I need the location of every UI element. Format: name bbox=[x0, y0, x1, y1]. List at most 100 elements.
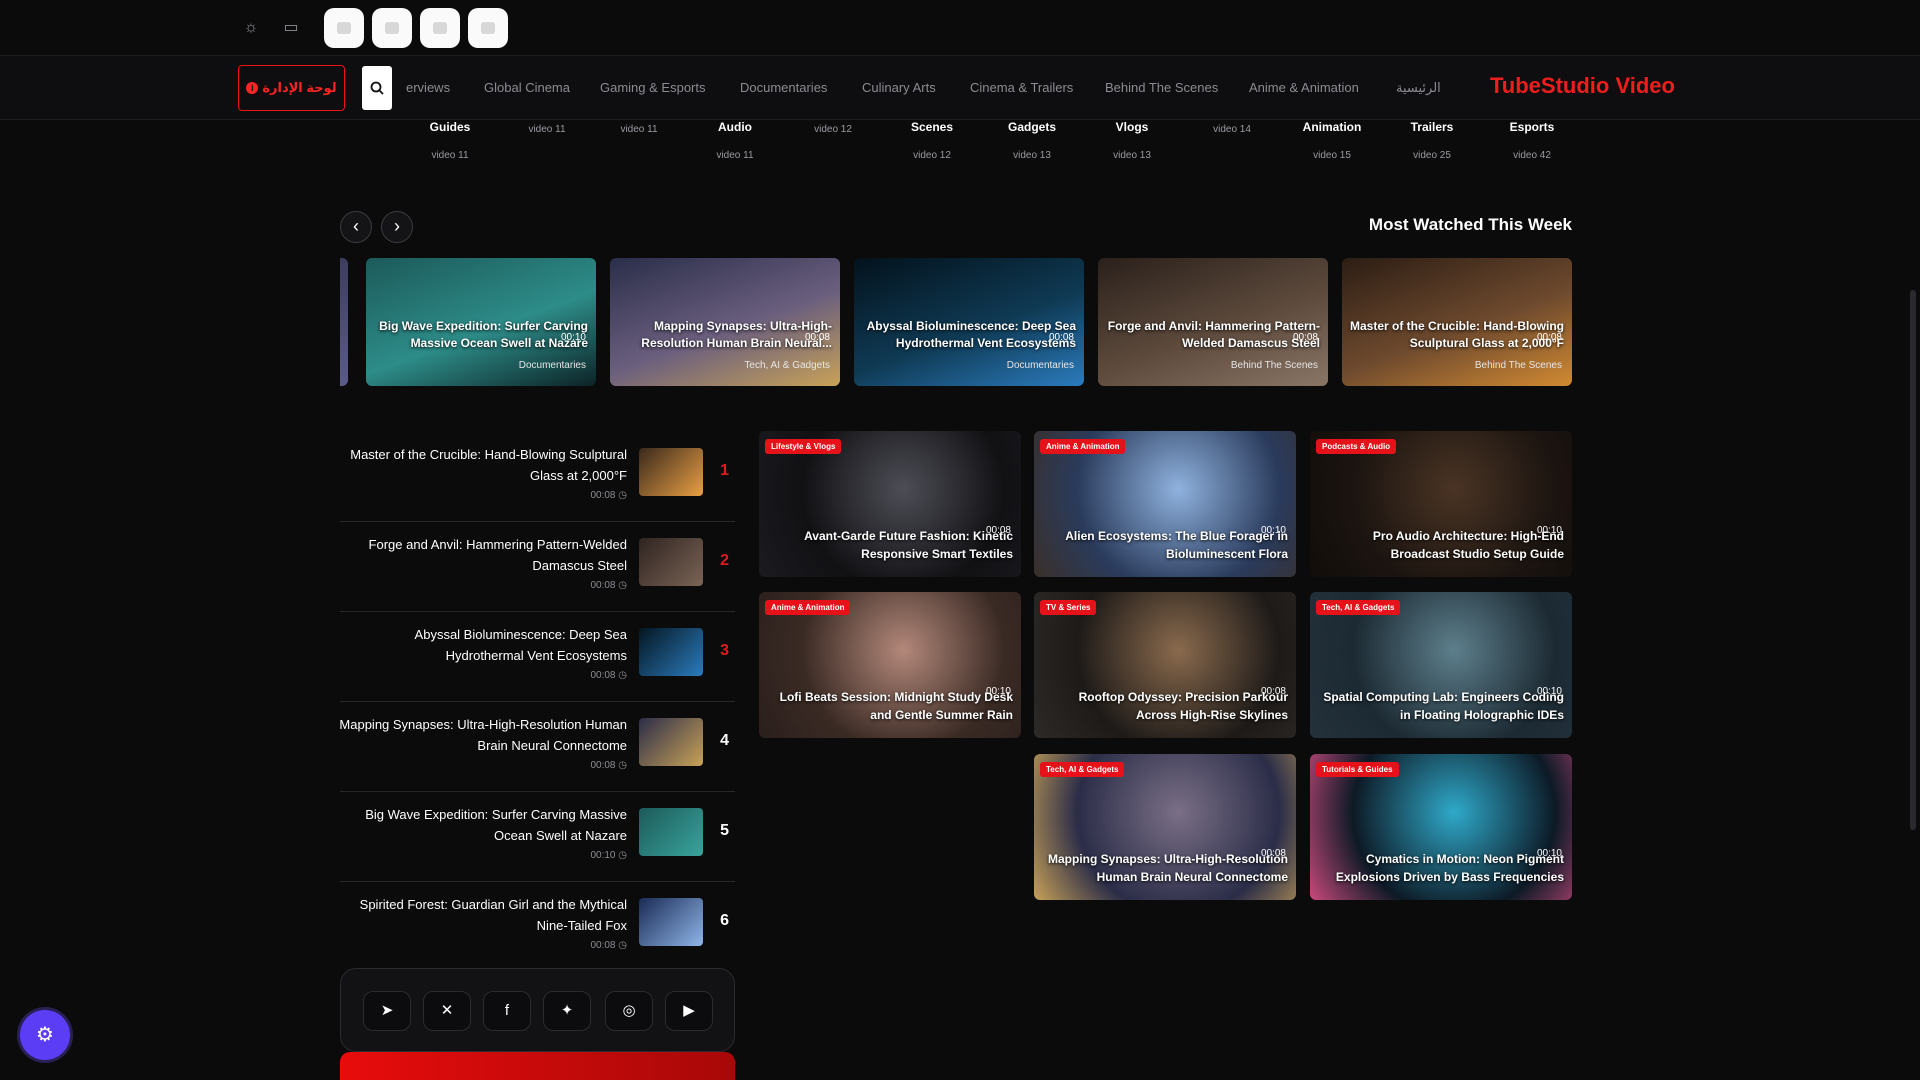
admin-dashboard-button[interactable]: لوحة الإدارة i bbox=[238, 65, 345, 111]
video-title: Spatial Computing Lab: Engineers Coding … bbox=[1323, 690, 1564, 722]
ranked-item-rank: 1 bbox=[720, 462, 729, 479]
telegram-button[interactable]: ➤ bbox=[363, 991, 411, 1031]
category-count: video 13 bbox=[1013, 150, 1051, 161]
ranked-list-item[interactable]: Master of the Crucible: Hand-Blowing Scu… bbox=[340, 432, 735, 522]
twitter-button[interactable]: ✦ bbox=[543, 991, 591, 1031]
chevron-right-icon: › bbox=[394, 216, 400, 236]
carousel-card-partial[interactable] bbox=[340, 258, 348, 386]
clock-icon: ◷ bbox=[618, 490, 627, 501]
nav-link-cinema-trailers[interactable]: Cinema & Trailers bbox=[970, 80, 1073, 95]
facebook-top-button[interactable] bbox=[468, 8, 508, 48]
instagram-top-button[interactable] bbox=[324, 8, 364, 48]
brand-logo[interactable]: TubeStudio Video bbox=[1490, 73, 1675, 99]
carousel-prev-button[interactable]: ‹ bbox=[340, 211, 372, 243]
video-category-badge[interactable]: Tech, AI & Gadgets bbox=[1316, 600, 1401, 615]
carousel-card[interactable]: Master of the Crucible: Hand-Blowing Scu… bbox=[1342, 258, 1572, 386]
video-category-badge[interactable]: Anime & Animation bbox=[1040, 439, 1126, 454]
carousel-card-duration: 00:08 bbox=[804, 332, 830, 343]
video-category-badge[interactable]: Lifestyle & Vlogs bbox=[765, 439, 842, 454]
carousel-next-button[interactable]: › bbox=[381, 211, 413, 243]
id-card-icon[interactable]: ▭ bbox=[281, 18, 301, 38]
video-card[interactable]: Anime & Animation 00:10 Lofi Beats Sessi… bbox=[759, 592, 1021, 738]
video-title: Cymatics in Motion: Neon Pigment Explosi… bbox=[1335, 852, 1564, 884]
carousel-card[interactable]: Big Wave Expedition: Surfer Carving Mass… bbox=[366, 258, 596, 386]
ranked-item-duration: 00:08 ◷ bbox=[590, 580, 627, 591]
carousel-card-title: Big Wave Expedition: Surfer Carving Mass… bbox=[379, 319, 588, 350]
carousel-card-title: Abyssal Bioluminescence: Deep Sea Hydrot… bbox=[866, 319, 1076, 350]
category-name: Audio bbox=[718, 120, 752, 134]
carousel-card-category: Behind The Scenes bbox=[1230, 360, 1318, 371]
twitter-top-button[interactable] bbox=[420, 8, 460, 48]
nav-link-behind-scenes[interactable]: Behind The Scenes bbox=[1105, 80, 1218, 95]
nav-link-anime[interactable]: Anime & Animation bbox=[1249, 80, 1359, 95]
ranked-item-rank: 3 bbox=[720, 642, 729, 659]
ranked-list-item[interactable]: Spirited Forest: Guardian Girl and the M… bbox=[340, 882, 735, 972]
ranked-item-duration: 00:08 ◷ bbox=[590, 760, 627, 771]
video-title: Pro Audio Architecture: High-End Broadca… bbox=[1372, 529, 1564, 561]
category-count: video 11 bbox=[431, 150, 469, 161]
carousel-card-duration: 00:08 bbox=[1048, 332, 1074, 343]
nav-link-global-cinema[interactable]: Global Cinema bbox=[484, 80, 570, 95]
instagram-button[interactable]: ◎ bbox=[605, 991, 653, 1031]
category-name: Guides bbox=[429, 120, 471, 134]
facebook-button[interactable]: f bbox=[483, 991, 531, 1031]
nav-link-interviews[interactable]: erviews bbox=[406, 80, 450, 95]
page-scrollbar[interactable] bbox=[1910, 290, 1916, 830]
settings-fab[interactable]: ⚙ bbox=[20, 1010, 70, 1060]
clock-icon: ◷ bbox=[618, 580, 627, 591]
nav-links: erviews Global Cinema Gaming & Esports D… bbox=[406, 56, 1456, 120]
x-button[interactable]: ✕ bbox=[423, 991, 471, 1031]
ranked-item-title: Master of the Crucible: Hand-Blowing Scu… bbox=[350, 447, 627, 483]
youtube-button[interactable]: ▶ bbox=[665, 991, 713, 1031]
video-card[interactable]: Tech, AI & Gadgets 00:08 Mapping Synapse… bbox=[1034, 754, 1296, 900]
ranked-list-item[interactable]: Abyssal Bioluminescence: Deep Sea Hydrot… bbox=[340, 612, 735, 702]
video-card[interactable]: TV & Series 00:08 Rooftop Odyssey: Preci… bbox=[1034, 592, 1296, 738]
carousel-card[interactable]: Abyssal Bioluminescence: Deep Sea Hydrot… bbox=[854, 258, 1084, 386]
ranked-item-thumbnail bbox=[639, 898, 703, 946]
category-name: Animation bbox=[1302, 120, 1362, 134]
ranked-list-item[interactable]: Mapping Synapses: Ultra-High-Resolution … bbox=[339, 702, 735, 792]
video-card[interactable]: Podcasts & Audio 00:10 Pro Audio Archite… bbox=[1310, 431, 1572, 577]
carousel-card-category: Tech, AI & Gadgets bbox=[744, 360, 830, 371]
ranked-item-duration: 00:08 ◷ bbox=[590, 940, 627, 951]
ranked-list-item[interactable]: Big Wave Expedition: Surfer Carving Mass… bbox=[340, 792, 735, 882]
video-category-badge[interactable]: Tech, AI & Gadgets bbox=[1040, 762, 1125, 777]
video-title: Alien Ecosystems: The Blue Forager in Bi… bbox=[1065, 529, 1288, 561]
youtube-top-button[interactable] bbox=[372, 8, 412, 48]
video-card[interactable]: Tech, AI & Gadgets 00:10 Spatial Computi… bbox=[1310, 592, 1572, 738]
instagram-icon bbox=[337, 22, 351, 34]
main-navbar: لوحة الإدارة i erviews Global Cinema Gam… bbox=[0, 56, 1920, 120]
carousel-card-duration: 00:08 bbox=[1536, 332, 1562, 343]
video-category-badge[interactable]: TV & Series bbox=[1040, 600, 1097, 615]
search-button[interactable] bbox=[362, 66, 392, 110]
carousel-card-category: Documentaries bbox=[1006, 360, 1074, 371]
video-category-badge[interactable]: Tutorials & Guides bbox=[1316, 762, 1399, 777]
category-count: video 42 bbox=[1513, 150, 1551, 161]
ranked-item-title: Big Wave Expedition: Surfer Carving Mass… bbox=[365, 807, 627, 843]
nav-link-gaming[interactable]: Gaming & Esports bbox=[600, 80, 706, 95]
category-count: video 11 bbox=[620, 124, 658, 135]
carousel-card[interactable]: Forge and Anvil: Hammering Pattern-Welde… bbox=[1098, 258, 1328, 386]
video-category-badge[interactable]: Anime & Animation bbox=[765, 600, 851, 615]
ranked-list-item[interactable]: Forge and Anvil: Hammering Pattern-Welde… bbox=[340, 522, 735, 612]
ranked-item-thumbnail bbox=[639, 538, 703, 586]
carousel-card-duration: 00:08 bbox=[1292, 332, 1318, 343]
video-card[interactable]: Anime & Animation 00:10 Alien Ecosystems… bbox=[1034, 431, 1296, 577]
nav-link-documentaries[interactable]: Documentaries bbox=[740, 80, 827, 95]
category-count: video 25 bbox=[1413, 150, 1451, 161]
category-name: Trailers bbox=[1410, 120, 1454, 134]
facebook-icon: f bbox=[504, 1002, 510, 1019]
video-category-badge[interactable]: Podcasts & Audio bbox=[1316, 439, 1397, 454]
footer-red-banner[interactable] bbox=[340, 1052, 735, 1080]
ranked-item-thumbnail bbox=[639, 628, 703, 676]
video-card[interactable]: Tutorials & Guides 00:10 Cymatics in Mot… bbox=[1310, 754, 1572, 900]
top-bar: ☼ ▭ bbox=[0, 0, 1920, 56]
nav-link-culinary[interactable]: Culinary Arts bbox=[862, 80, 936, 95]
carousel-card[interactable]: Mapping Synapses: Ultra-High-Resolution … bbox=[610, 258, 840, 386]
nav-link-home[interactable]: الرئيسية bbox=[1396, 80, 1441, 96]
video-card[interactable]: Lifestyle & Vlogs 00:08 Avant-Garde Futu… bbox=[759, 431, 1021, 577]
category-strip: Guides video 11 video 11 video 11 Audio vi… bbox=[0, 120, 1920, 164]
section-title: Most Watched This Week bbox=[1368, 215, 1572, 234]
category-count: video 14 bbox=[1213, 124, 1251, 135]
theme-sun-icon[interactable]: ☼ bbox=[241, 18, 261, 38]
